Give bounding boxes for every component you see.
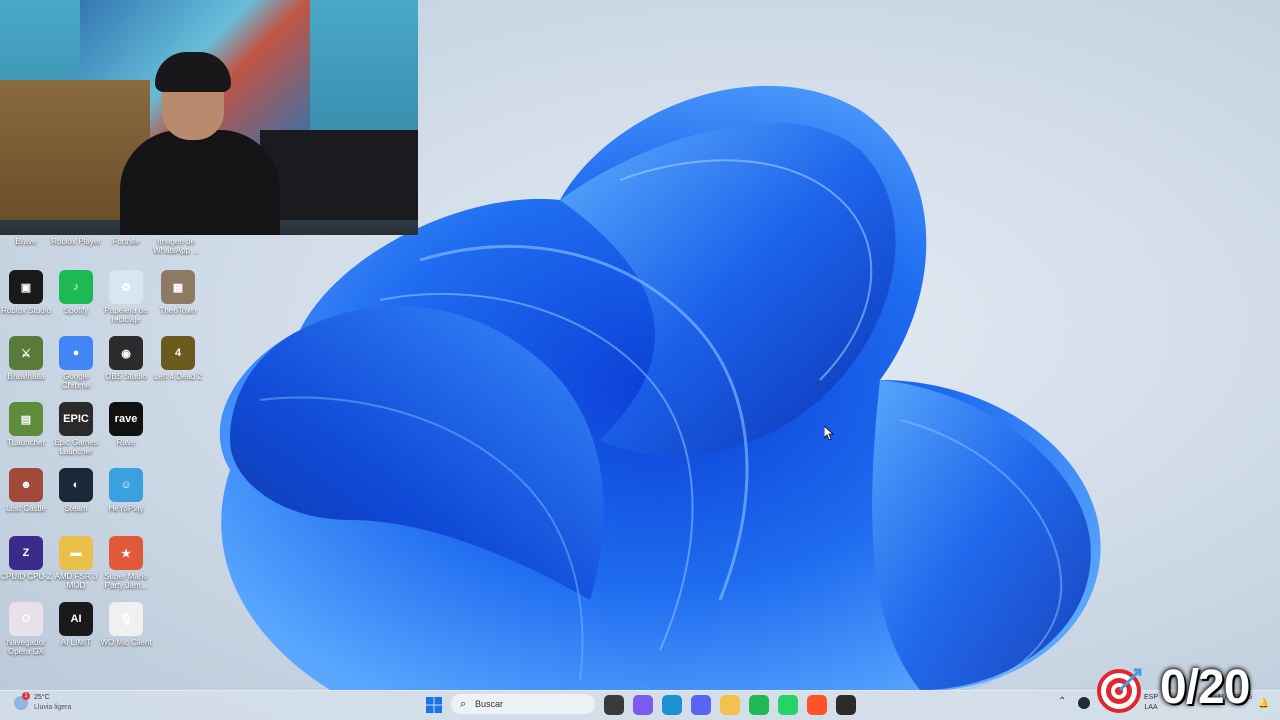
desktop: Brave Roblox Player Fortnite Imagen de W… — [0, 0, 1280, 720]
desktop-icon-label: TheoTown — [159, 306, 197, 315]
search-placeholder: Buscar — [475, 699, 504, 709]
desktop-icon[interactable]: 🎙 WO Mic Client — [100, 602, 152, 647]
desktop-icon[interactable]: Z CPUID CPU-Z — [0, 536, 52, 581]
desktop-icon-label: Epic Games Launcher — [54, 438, 98, 456]
desktop-icon[interactable]: O Navegador Opera GX — [0, 602, 52, 656]
desktop-app-icon: AI — [59, 602, 93, 636]
desktop-app-icon: ▦ — [161, 270, 195, 304]
weather-description: Lluvia ligera — [34, 704, 72, 711]
desktop-icon-label: AMD FSR 3 MOD — [54, 572, 98, 590]
discord-icon[interactable] — [691, 695, 711, 715]
desktop-app-icon: 🎙 — [109, 602, 143, 636]
language-line1: ESP — [1144, 694, 1159, 701]
taskbar-search-box[interactable]: ⌕ Buscar — [450, 693, 596, 715]
stream-counter: 0/20 — [1160, 661, 1250, 714]
desktop-icon-label: Brawlhalla — [7, 372, 45, 381]
desktop-app-icon: EPIC — [59, 402, 93, 436]
desktop-icon[interactable]: ☺ HeYoPlay — [100, 468, 152, 513]
desktop-icon-label: Navegador Opera GX — [6, 638, 46, 656]
edge-icon[interactable] — [662, 695, 682, 715]
desktop-icon-label: Steam — [64, 504, 88, 513]
desktop-app-icon: ☺ — [109, 468, 143, 502]
desktop-icon-label: Papelera de reciclaje — [104, 306, 148, 324]
weather-badge: 1 — [22, 692, 30, 700]
desktop-icon[interactable]: ◉ OBS Studio — [100, 336, 152, 381]
desktop-icon-label: Left 4 Dead 2 — [153, 372, 203, 381]
notification-bell-icon[interactable]: 🔔 — [1258, 698, 1269, 709]
show-hidden-icons-chevron-icon[interactable]: ⌃ — [1058, 696, 1066, 707]
desktop-icon-label-fortnite[interactable]: Fortnite — [100, 237, 152, 246]
desktop-icon-label: OBS Studio — [105, 372, 147, 381]
desktop-icon[interactable]: ▤ TLauncher — [0, 402, 52, 447]
obs-icon[interactable] — [836, 695, 856, 715]
desktop-app-icon: ☻ — [9, 468, 43, 502]
desktop-icon-label: CPUID CPU-Z — [0, 572, 52, 581]
desktop-app-icon: Z — [9, 536, 43, 570]
desktop-icon-label-brave[interactable]: Brave — [0, 237, 52, 246]
desktop-icon[interactable]: ☻ Lost Castle — [0, 468, 52, 513]
desktop-icon-label: Lost Castle — [5, 504, 47, 513]
desktop-icon-label: Super Mario Party Jam... — [104, 572, 148, 590]
desktop-icon[interactable]: ⚔ Brawlhalla — [0, 336, 52, 381]
desktop-app-icon: ⚔ — [9, 336, 43, 370]
whatsapp-icon[interactable] — [778, 695, 798, 715]
task-view-icon[interactable] — [604, 695, 624, 715]
desktop-app-icon: 4 — [161, 336, 195, 370]
desktop-icon[interactable]: EPIC Epic Games Launcher — [50, 402, 102, 456]
target-icon — [1096, 668, 1142, 714]
desktop-icon-label: Rave — [116, 438, 136, 447]
desktop-app-icon: O — [9, 602, 43, 636]
desktop-icon-label: Roblox Studio — [1, 306, 51, 315]
language-indicator[interactable]: ESP LAA — [1144, 693, 1158, 713]
start-button[interactable] — [424, 695, 444, 715]
webcam-person — [120, 130, 280, 235]
desktop-icon[interactable]: ◐ Steam — [50, 468, 102, 513]
spotify-icon[interactable] — [749, 695, 769, 715]
desktop-app-icon: ♪ — [59, 270, 93, 304]
desktop-icon-label: Spotify — [63, 306, 89, 315]
webcam-bed — [260, 130, 418, 220]
desktop-icon[interactable]: 4 Left 4 Dead 2 — [152, 336, 204, 381]
desktop-app-icon: ▣ — [9, 270, 43, 304]
desktop-icon-label: WO Mic Client — [100, 638, 152, 647]
brave-icon[interactable] — [807, 695, 827, 715]
mouse-cursor — [823, 425, 835, 441]
desktop-app-icon: ● — [59, 336, 93, 370]
webcam-overlay — [0, 0, 418, 235]
desktop-icon-label: AI LIMIT — [60, 638, 92, 647]
desktop-icon[interactable]: rave Rave — [100, 402, 152, 447]
desktop-icon[interactable]: ● Google Chrome — [50, 336, 102, 390]
desktop-app-icon: ◉ — [109, 336, 143, 370]
desktop-icon[interactable]: ★ Super Mario Party Jam... — [100, 536, 152, 590]
weather-temp: 25°C — [34, 694, 50, 701]
desktop-icon-label: TLauncher — [6, 438, 46, 447]
desktop-icon[interactable]: AI AI LIMIT — [50, 602, 102, 647]
desktop-icon[interactable]: ▦ TheoTown — [152, 270, 204, 315]
language-line2: LAA — [1144, 704, 1158, 711]
desktop-app-icon: ▤ — [9, 402, 43, 436]
desktop-icon[interactable]: ▬ AMD FSR 3 MOD — [50, 536, 102, 590]
desktop-icon-label-whatsapp-image[interactable]: Imagen de WhatsApp ... — [150, 237, 202, 255]
desktop-icon-label: HeYoPlay — [108, 504, 144, 513]
desktop-icon-label-roblox-player[interactable]: Roblox Player — [50, 237, 102, 246]
desktop-app-icon: ◐ — [59, 468, 93, 502]
file-explorer-icon[interactable] — [720, 695, 740, 715]
desktop-icon[interactable]: ♻ Papelera de reciclaje — [100, 270, 152, 324]
desktop-app-icon: rave — [109, 402, 143, 436]
windows-logo-icon — [426, 697, 442, 713]
desktop-icon-label: Google Chrome — [61, 372, 91, 390]
desktop-app-icon: ▬ — [59, 536, 93, 570]
search-icon: ⌕ — [460, 698, 467, 710]
copilot-icon[interactable] — [633, 695, 653, 715]
steam-tray-icon[interactable] — [1078, 697, 1090, 709]
desktop-icon[interactable]: ♪ Spotify — [50, 270, 102, 315]
desktop-icon[interactable]: ▣ Roblox Studio — [0, 270, 52, 315]
desktop-app-icon: ★ — [109, 536, 143, 570]
desktop-app-icon: ♻ — [109, 270, 143, 304]
